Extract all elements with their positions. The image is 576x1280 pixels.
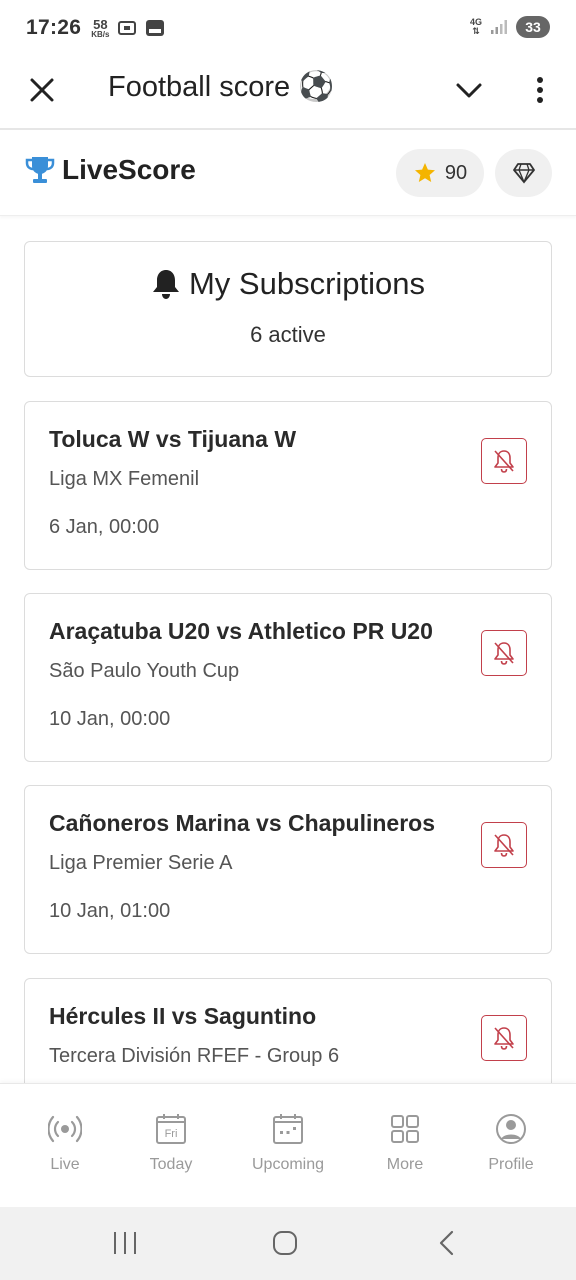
subscriptions-card: My Subscriptions 6 active (24, 241, 552, 377)
close-icon[interactable] (28, 76, 56, 104)
points-value: 90 (444, 161, 468, 184)
network-speed: 58 KB/s (91, 18, 109, 39)
calendar-icon (273, 1114, 303, 1144)
nav-label-more: More (386, 1156, 424, 1173)
unsubscribe-button[interactable] (481, 822, 527, 868)
match-title: Araçatuba U20 vs Athletico PR U20 (49, 618, 433, 644)
subscriptions-heading: My Subscriptions (25, 266, 551, 302)
nav-item-today[interactable]: Fri Today (116, 1112, 226, 1174)
nav-item-live[interactable]: Live (10, 1112, 120, 1174)
brand-name: LiveScore (62, 154, 196, 185)
subscriptions-count: 6 active (250, 322, 326, 347)
chevron-down-icon[interactable] (455, 78, 483, 102)
app-bar: Football score ⚽ (0, 56, 576, 130)
nav-item-upcoming[interactable]: Upcoming (233, 1112, 343, 1174)
live-icon (48, 1115, 82, 1143)
match-title: Hércules II vs Saguntino (49, 1003, 317, 1029)
status-icons (117, 18, 165, 38)
network-speed-value: 58 (93, 16, 108, 32)
bell-icon (152, 270, 179, 299)
status-right: 4G ⇅ 33 (470, 16, 550, 38)
network-type: 4G ⇅ (470, 18, 482, 36)
nav-label-live: Live (50, 1156, 80, 1173)
calendar-day-text: Fri (165, 1128, 178, 1140)
nav-item-profile[interactable]: Profile (456, 1112, 566, 1174)
gallery-icon (146, 20, 165, 36)
unsubscribe-button[interactable] (481, 438, 527, 484)
network-speed-unit: KB/s (91, 29, 110, 39)
nav-label-today: Today (149, 1156, 193, 1173)
profile-icon (496, 1114, 526, 1144)
match-title: Toluca W vs Tijuana W (49, 426, 297, 452)
signal-icon (491, 20, 507, 34)
diamond-icon (512, 163, 535, 184)
app-title: Football score ⚽ (108, 71, 335, 103)
battery-indicator: 33 (516, 16, 550, 38)
system-nav-bar (0, 1207, 576, 1280)
back-icon[interactable] (436, 1229, 458, 1257)
match-league: Liga Premier Serie A (49, 852, 233, 874)
bell-off-icon (494, 450, 514, 473)
status-bar: 17:26 58 KB/s 4G ⇅ 33 (0, 0, 576, 56)
more-options-icon[interactable] (527, 74, 553, 106)
status-time: 17:26 (26, 16, 82, 39)
data-arrows-icon: ⇅ (472, 26, 480, 36)
home-icon[interactable] (271, 1229, 299, 1257)
unsubscribe-button[interactable] (481, 1015, 527, 1061)
match-card[interactable]: Toluca W vs Tijuana W Liga MX Femenil 6 … (24, 401, 552, 570)
premium-button[interactable] (495, 149, 552, 197)
subscriptions-title: My Subscriptions (188, 266, 426, 301)
match-title: Cañoneros Marina vs Chapulineros (49, 810, 435, 836)
recent-apps-icon[interactable] (112, 1229, 138, 1257)
nav-label-profile: Profile (488, 1156, 534, 1173)
grid-icon (391, 1115, 419, 1143)
bell-off-icon (494, 834, 514, 857)
match-time: 10 Jan, 00:00 (49, 708, 171, 730)
livescore-brand: LiveScore (24, 154, 196, 186)
calendar-day-icon: Fri (156, 1114, 186, 1144)
nav-item-more[interactable]: More (350, 1112, 460, 1174)
nav-label-upcoming: Upcoming (251, 1156, 325, 1173)
match-time: 10 Jan, 01:00 (49, 900, 171, 922)
points-button[interactable]: 90 (396, 149, 484, 197)
unsubscribe-button[interactable] (481, 630, 527, 676)
screenshot-icon (118, 21, 137, 35)
match-card[interactable]: Araçatuba U20 vs Athletico PR U20 São Pa… (24, 593, 552, 762)
trophy-icon (25, 157, 55, 183)
match-league: São Paulo Youth Cup (49, 660, 240, 682)
star-icon (414, 163, 435, 182)
bottom-nav: Live Fri Today Upcoming More Profile (0, 1083, 576, 1207)
bell-off-icon (494, 1027, 514, 1050)
livescore-header: LiveScore 90 (0, 132, 576, 216)
match-card[interactable]: Cañoneros Marina vs Chapulineros Liga Pr… (24, 785, 552, 954)
match-time: 6 Jan, 00:00 (49, 516, 160, 538)
match-league: Tercera División RFEF - Group 6 (49, 1045, 340, 1067)
match-league: Liga MX Femenil (49, 468, 200, 490)
bell-off-icon (494, 642, 514, 665)
